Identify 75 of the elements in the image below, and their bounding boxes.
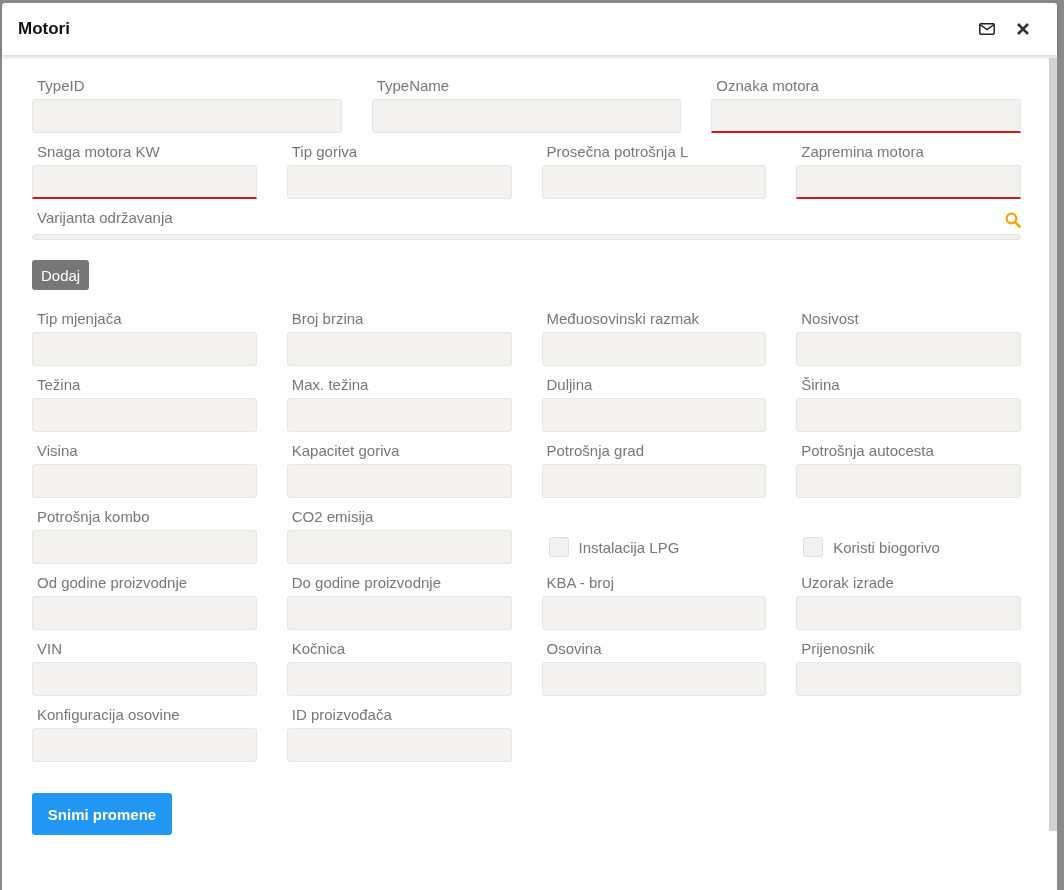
input-field[interactable] <box>541 464 767 498</box>
field-label: Uzorak izrade <box>800 574 895 593</box>
field-label: Širina <box>800 376 841 395</box>
input-field[interactable] <box>286 662 512 696</box>
field-label: Tip goriva <box>290 143 359 162</box>
envelope-icon[interactable] <box>979 23 995 35</box>
input-field[interactable] <box>286 165 512 199</box>
checkbox[interactable] <box>803 537 824 557</box>
field-label: Kapacitet goriva <box>290 442 401 461</box>
input-field[interactable] <box>286 728 512 762</box>
input-field[interactable] <box>32 464 257 498</box>
checkbox-label: Instalacija LPG <box>578 538 680 556</box>
input-field[interactable] <box>711 99 1021 133</box>
input-field[interactable] <box>286 596 512 630</box>
checkbox[interactable] <box>548 537 569 557</box>
field-label: ID proizvođača <box>290 706 393 725</box>
field-label: Oznaka motora <box>715 77 820 96</box>
input-field[interactable] <box>286 464 512 498</box>
input-field[interactable] <box>286 530 512 564</box>
save-button[interactable]: Snimi promene <box>32 793 172 835</box>
input-field[interactable] <box>32 332 257 366</box>
input-field[interactable] <box>32 165 257 199</box>
field-label: Prosečna potrošnja L <box>545 143 690 162</box>
input-field[interactable] <box>541 165 767 199</box>
input-field[interactable] <box>796 662 1021 696</box>
field-label: CO2 emisija <box>290 508 375 527</box>
field-label: Kočnica <box>290 640 347 659</box>
checkbox-label: Koristi biogorivo <box>833 538 940 556</box>
close-icon[interactable] <box>1017 23 1029 35</box>
input-field[interactable] <box>796 464 1021 498</box>
field-label: Visina <box>36 442 79 461</box>
field-label: Konfiguracija osovine <box>36 706 181 725</box>
add-button[interactable]: Dodaj <box>32 260 90 290</box>
input-field[interactable] <box>541 332 767 366</box>
field-label: Varijanta održavanja <box>36 209 173 228</box>
field-label: TypeName <box>375 77 451 96</box>
field-label: Težina <box>36 376 82 395</box>
input-field[interactable] <box>32 398 257 432</box>
scrollbar[interactable] <box>1049 58 1057 831</box>
input-field[interactable] <box>541 662 767 696</box>
input-field[interactable] <box>32 530 257 564</box>
input-field[interactable] <box>796 596 1021 630</box>
input-field[interactable] <box>32 596 257 630</box>
field-label: Tip mjenjača <box>36 310 123 329</box>
input-field[interactable] <box>371 99 682 133</box>
input-field[interactable] <box>32 662 257 696</box>
input-field[interactable] <box>32 99 342 133</box>
field-label: Potrošnja grad <box>545 442 646 461</box>
input-field[interactable] <box>286 398 512 432</box>
field-label: Broj brzina <box>290 310 365 329</box>
input-field[interactable] <box>32 728 257 762</box>
input-field[interactable] <box>541 398 767 432</box>
lookup-field[interactable] <box>32 234 1021 240</box>
field-label: Od godine proizvodnje <box>36 574 189 593</box>
input-field[interactable] <box>541 596 767 630</box>
field-label: Do godine proizvodnje <box>290 574 443 593</box>
input-field[interactable] <box>796 332 1021 366</box>
field-label: VIN <box>36 640 63 659</box>
field-label: Duljina <box>545 376 594 395</box>
field-label: Nosivost <box>800 310 860 329</box>
input-field[interactable] <box>796 398 1021 432</box>
field-label: TypeID <box>36 77 86 96</box>
field-label: Osovina <box>545 640 603 659</box>
input-field[interactable] <box>796 165 1021 199</box>
field-label: Međuosovinski razmak <box>545 310 701 329</box>
input-field[interactable] <box>286 332 512 366</box>
dialog-title: Motori <box>18 19 70 39</box>
field-label: Potrošnja kombo <box>36 508 151 527</box>
field-label: Max. težina <box>290 376 370 395</box>
field-label: Potrošnja autocesta <box>800 442 935 461</box>
field-label: Prijenosnik <box>800 640 876 659</box>
field-label: Zapremina motora <box>800 143 925 162</box>
field-label: KBA - broj <box>545 574 616 593</box>
field-label: Snaga motora KW <box>36 143 161 162</box>
search-icon[interactable] <box>1005 212 1021 228</box>
